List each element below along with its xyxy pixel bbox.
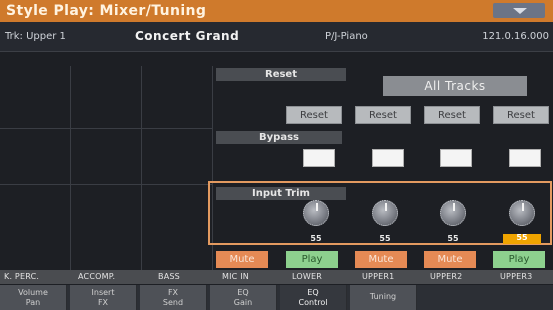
tab-label: Volume — [18, 288, 48, 297]
all-tracks-button[interactable]: All Tracks — [383, 76, 527, 96]
sound-category: P/J-Piano — [325, 31, 368, 42]
reset-button-upper2[interactable]: Reset — [493, 106, 549, 124]
grid-divider — [0, 128, 212, 129]
track-name-lower: LOWER — [292, 272, 322, 281]
input-trim-value: 55 — [379, 234, 391, 243]
tab-label: Gain — [233, 298, 253, 307]
tab-label: EQ — [237, 288, 249, 297]
tab-label: FX — [97, 298, 109, 307]
track-name-upper1: UPPER1 — [362, 272, 395, 281]
knob-pointer — [522, 203, 524, 211]
tab-label: FX — [167, 288, 179, 297]
input-trim-value: 55 — [447, 234, 459, 243]
tab-volume-pan[interactable]: Volume Pan — [0, 285, 67, 310]
chevron-down-icon — [513, 8, 527, 14]
play-button-lower[interactable]: Play — [286, 251, 338, 268]
track-info-bar: Trk: Upper 1 Concert Grand P/J-Piano 121… — [0, 22, 553, 52]
tab-label: Send — [162, 298, 184, 307]
input-trim-knob-upper2[interactable] — [509, 200, 535, 226]
track-name-kperc: K. PERC. — [4, 272, 40, 281]
selected-track-label: Trk: Upper 1 — [5, 31, 66, 42]
track-name-upper3: UPPER3 — [500, 272, 533, 281]
input-trim-knob-upper1[interactable] — [440, 200, 466, 226]
page-tab-bar: Volume Pan Insert FX FX Send EQ Gain EQ … — [0, 285, 553, 310]
input-trim-knob-mic-in[interactable] — [303, 200, 329, 226]
reset-button-lower[interactable]: Reset — [355, 106, 411, 124]
bypass-checkbox-upper2[interactable] — [509, 149, 541, 167]
mute-button-mic-in[interactable]: Mute — [216, 251, 268, 268]
input-trim-value-selected: 55 — [503, 234, 541, 244]
title-bar: Style Play: Mixer/Tuning — [0, 0, 553, 22]
grid-divider — [70, 66, 71, 270]
tab-label: Insert — [91, 288, 115, 297]
tab-tuning[interactable]: Tuning — [350, 285, 417, 310]
grid-divider — [0, 184, 212, 185]
reset-section-label: Reset — [216, 68, 346, 81]
reset-button-mic-in[interactable]: Reset — [286, 106, 342, 124]
play-button-upper3[interactable]: Play — [493, 251, 545, 268]
mute-button-upper2[interactable]: Mute — [424, 251, 476, 268]
tab-label: Tuning — [369, 292, 397, 301]
page-menu-button[interactable] — [493, 3, 545, 18]
track-name-accomp: ACCOMP. — [78, 272, 116, 281]
track-name-bass: BASS — [158, 272, 180, 281]
bypass-checkbox-mic-in[interactable] — [303, 149, 335, 167]
tab-eq-gain[interactable]: EQ Gain — [210, 285, 277, 310]
knob-pointer — [453, 203, 455, 211]
input-trim-knob-lower[interactable] — [372, 200, 398, 226]
knob-pointer — [316, 203, 318, 211]
bypass-checkbox-lower[interactable] — [372, 149, 404, 167]
knob-pointer — [385, 203, 387, 211]
tab-label: EQ — [307, 288, 319, 297]
tab-label: Pan — [25, 298, 41, 307]
reset-button-upper1[interactable]: Reset — [424, 106, 480, 124]
tab-insert-fx[interactable]: Insert FX — [70, 285, 137, 310]
sound-bank-number: 121.0.16.000 — [482, 31, 549, 42]
bypass-section-label: Bypass — [216, 131, 342, 144]
input-trim-value: 55 — [310, 234, 322, 243]
grid-divider — [141, 66, 142, 270]
bypass-checkbox-upper1[interactable] — [440, 149, 472, 167]
page-title: Style Play: Mixer/Tuning — [6, 3, 207, 19]
tab-label: Control — [298, 298, 328, 307]
track-name-mic-in: MIC IN — [222, 272, 249, 281]
input-trim-section-label: Input Trim — [216, 187, 346, 200]
track-name-upper2: UPPER2 — [430, 272, 463, 281]
style-play-mixer-screen: Style Play: Mixer/Tuning Trk: Upper 1 Co… — [0, 0, 553, 310]
mute-button-upper1[interactable]: Mute — [355, 251, 407, 268]
sound-name[interactable]: Concert Grand — [135, 29, 239, 43]
tab-eq-control[interactable]: EQ Control — [280, 285, 347, 310]
track-names-row: K. PERC. ACCOMP. BASS MIC IN LOWER UPPER… — [0, 270, 553, 284]
tab-fx-send[interactable]: FX Send — [140, 285, 207, 310]
